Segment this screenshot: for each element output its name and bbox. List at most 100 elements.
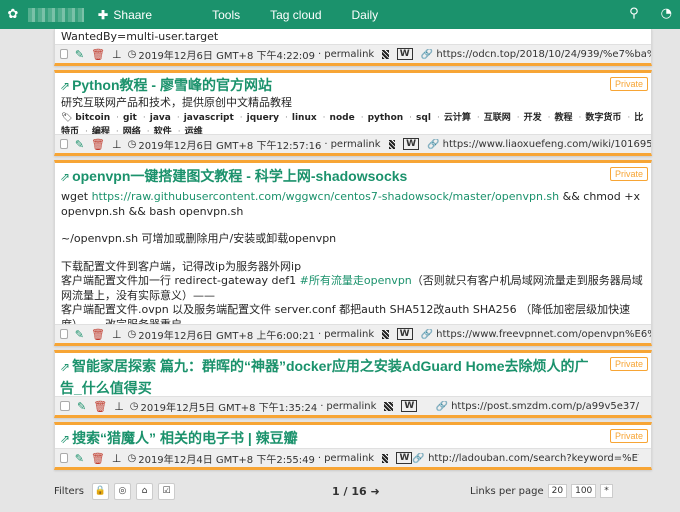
tag-separator: · [627,112,631,123]
edit-icon[interactable]: ✎ [75,138,84,151]
link-date[interactable]: 2019年12月5日 GMT+8 下午1:35:24 [141,399,318,414]
tag-separator: · [285,112,288,123]
select-checkbox[interactable] [60,139,68,149]
tag-item[interactable]: linux [292,113,317,123]
tag-item[interactable]: java [150,113,171,123]
tag-item[interactable]: 教程 [554,113,572,123]
link-date[interactable]: 2019年12月6日 GMT+8 下午4:22:09 [138,47,315,62]
clock-icon: ◷ [129,400,139,412]
link-date[interactable]: 2019年12月6日 GMT+8 下午12:57:16 [138,137,321,152]
permalink[interactable]: permalink [326,401,376,412]
filter-private-icon[interactable]: 🔒 [91,482,109,500]
tag-separator: · [547,112,551,123]
tag-item[interactable]: node [330,113,355,123]
delete-icon[interactable]: 🗑 [93,400,107,413]
external-link-icon: ⇗ [60,360,71,374]
link-title[interactable]: ⇗ Python教程 - 廖雪峰的官方网站 [55,73,651,96]
qrcode-icon[interactable] [388,139,396,149]
logo-star-icon[interactable]: ✿ [4,6,22,24]
pin-icon[interactable]: ⊥ [112,452,122,465]
tag-item[interactable]: sql [416,113,431,123]
filter-untagged-icon[interactable]: ⌂ [135,482,153,500]
edit-icon[interactable]: ✎ [75,48,84,61]
filters-label: Filters [54,485,84,497]
tag-item[interactable]: git [123,113,137,123]
tag-item[interactable]: jquery [247,113,279,123]
link-meta-bar: ✎ 🗑 ⊥ ◷ 2019年12月4日 GMT+8 下午2:55:49 · per… [55,448,651,467]
tag-item[interactable]: python [368,113,404,123]
select-checkbox[interactable] [60,453,68,463]
select-checkbox[interactable] [60,329,68,339]
tag-item[interactable]: 开发 [524,113,542,123]
link-url[interactable]: 🔗 http://ladouban.com/search?keyword=%E7… [412,453,639,464]
private-badge: Private [609,429,648,443]
wayback-icon[interactable]: W [403,138,420,150]
clock-icon: ◷ [127,138,137,150]
tag-separator: · [516,112,520,123]
pin-icon[interactable]: ⊥ [112,48,122,61]
tag-separator: · [322,112,326,123]
rss-icon[interactable]: ◔ [661,6,672,21]
next-page-icon[interactable]: ➜ [370,485,379,498]
permalink[interactable]: permalink [324,329,374,340]
search-icon[interactable]: ⚲ [629,6,639,21]
link-meta-bar: ✎ 🗑 ⊥ ◷ 2019年12月6日 GMT+8 下午4:22:09 · per… [55,44,651,63]
link-date[interactable]: 2019年12月4日 GMT+8 下午2:55:49 [138,451,315,466]
qrcode-icon[interactable] [382,329,389,339]
edit-icon[interactable]: ✎ [75,452,84,465]
nav-tools[interactable]: Tools [212,8,240,22]
description-url[interactable]: https://raw.githubusercontent.com/wggwcn… [92,190,560,203]
delete-icon[interactable]: 🗑 [91,452,105,465]
wayback-icon[interactable]: W [396,328,413,340]
tag-item[interactable]: javascript [184,113,234,123]
per-page-20[interactable]: 20 [547,484,568,498]
select-checkbox[interactable] [60,49,68,59]
link-url[interactable]: 🔗 https://www.liaoxuefeng.com/wiki/10169… [427,139,651,150]
nav-shaare[interactable]: ✚ Shaare [98,8,182,22]
wayback-icon[interactable]: W [396,48,413,60]
per-page-custom[interactable]: * [600,484,613,498]
permalink-sep: · [318,48,322,60]
pin-icon[interactable]: ⊥ [112,328,122,341]
select-checkbox[interactable] [60,401,70,411]
permalink[interactable]: permalink [324,49,374,60]
filter-checked-icon[interactable]: ☑ [157,482,175,500]
delete-icon[interactable]: 🗑 [91,328,105,341]
link-url[interactable]: 🔗 https://odcn.top/2018/10/24/939/%e7%ba… [421,49,651,60]
delete-icon[interactable]: 🗑 [91,138,105,151]
link-card: Private ⇗ Python教程 - 廖雪峰的官方网站 研究互联网产品和技术，… [54,70,652,156]
per-page-100[interactable]: 100 [571,484,597,498]
blurred-site-title[interactable] [28,7,84,22]
link-url[interactable]: 🔗 https://post.smzdm.com/p/a99v5e37/ [435,401,639,412]
filter-public-icon[interactable]: ◎ [113,482,131,500]
link-date[interactable]: 2019年12月6日 GMT+8 上午6:00:21 [138,327,315,342]
permalink[interactable]: permalink [324,453,374,464]
tag-item[interactable]: 数字货币 [585,113,621,123]
nav-tag-cloud[interactable]: Tag cloud [270,8,321,22]
permalink[interactable]: permalink [331,139,381,150]
link-url[interactable]: 🔗 https://www.freevpnnet.com/openvpn%E6%… [421,329,651,340]
link-description: WantedBy=multi-user.target [61,30,219,43]
tag-item[interactable]: 互联网 [484,113,511,123]
external-link-icon: ⇗ [60,170,71,184]
pin-icon[interactable]: ⊥ [114,400,124,413]
qrcode-icon[interactable] [384,401,394,411]
edit-icon[interactable]: ✎ [75,328,84,341]
edit-icon[interactable]: ✎ [77,400,86,413]
pin-icon[interactable]: ⊥ [112,138,122,151]
tag-item[interactable]: 云计算 [444,113,471,123]
link-title[interactable]: ⇗ openvpn一键搭建图文教程 - 科学上网-shadowsocks [55,163,651,187]
qrcode-icon[interactable] [382,49,389,59]
page-indicator[interactable]: 1 / 16 ➜ [332,485,380,498]
private-badge: Private [609,77,648,91]
link-title[interactable]: ⇗ 搜索“猎魔人” 相关的电子书 | 辣豆瓣 [55,425,651,449]
nav-daily[interactable]: Daily [352,8,379,22]
delete-icon[interactable]: 🗑 [91,48,105,61]
wayback-icon[interactable]: W [396,452,413,464]
qrcode-icon[interactable] [382,453,389,463]
tag-item[interactable]: bitcoin [75,113,110,123]
wayback-icon[interactable]: W [401,400,418,412]
link-title[interactable]: ⇗ 智能家居探索 篇九：群晖的“神器”docker应用之安装AdGuard Hom… [55,353,651,399]
link-card: WantedBy=multi-user.target ✎ 🗑 ⊥ ◷ 2019年… [54,29,652,66]
link-description: wget https://raw.githubusercontent.com/w… [61,190,643,331]
